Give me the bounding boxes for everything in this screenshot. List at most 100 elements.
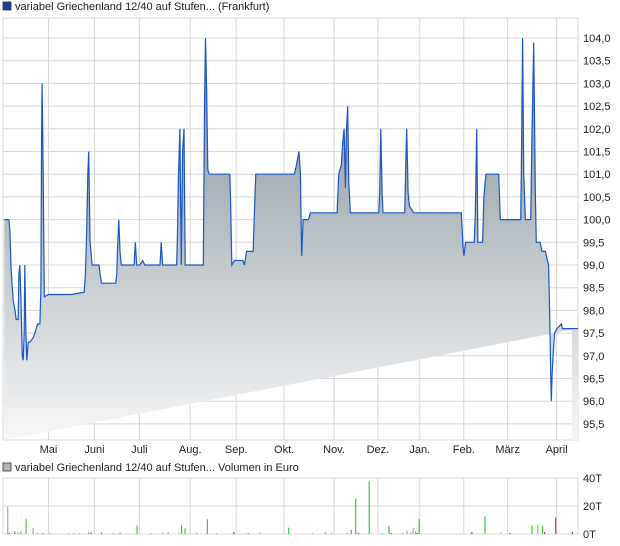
- volume-bar: [247, 533, 249, 534]
- volume-bar: [184, 528, 186, 534]
- price-tick-label: 100,5: [583, 192, 611, 204]
- month-tick-label: Juni: [84, 444, 104, 456]
- price-tick-label: 104,0: [583, 33, 611, 45]
- month-tick-label: Mai: [40, 444, 58, 456]
- volume-bar: [415, 531, 417, 534]
- volume-bar: [571, 531, 573, 534]
- price-tick-label: 100,0: [583, 215, 611, 227]
- volume-bar: [167, 531, 169, 534]
- volume-bar: [418, 519, 420, 534]
- price-tick-label: 95,5: [583, 419, 604, 431]
- volume-bar: [406, 530, 408, 534]
- volume-bar: [68, 533, 70, 534]
- month-x-axis: Mai Juni Juli Aug. Sep. Okt. Nov. Dez. Jan. Feb. M…: [40, 444, 568, 456]
- volume-bar: [79, 533, 81, 534]
- price-tick-label: 96,0: [583, 396, 604, 408]
- volume-bar: [14, 531, 16, 534]
- volume-bar: [416, 533, 418, 534]
- volume-bar: [233, 531, 235, 534]
- month-tick-label: Aug.: [179, 444, 202, 456]
- volume-y-axis: 0T 20T 40T: [583, 473, 602, 541]
- volume-bar: [49, 533, 51, 534]
- volume-bar: [36, 533, 38, 534]
- volume-bar: [346, 533, 348, 534]
- month-tick-label: Sep.: [225, 444, 248, 456]
- volume-bar: [100, 532, 103, 534]
- volume-bar: [537, 524, 539, 534]
- volume-bar: [8, 533, 10, 534]
- month-tick-label: Juli: [131, 444, 148, 456]
- volume-bar: [531, 525, 533, 534]
- volume-bar: [541, 525, 544, 534]
- volume-bar: [381, 533, 383, 534]
- volume-bar: [357, 533, 359, 534]
- price-y-axis: 95,5 96,0 96,5 97,0 97,5 98,0 98,5 99,0 99,5 100,…: [583, 33, 611, 431]
- volume-bar: [7, 506, 9, 534]
- price-tick-label: 99,0: [583, 260, 604, 272]
- volume-bar: [162, 533, 164, 534]
- volume-bar: [25, 519, 27, 534]
- price-tick-label: 97,5: [583, 328, 604, 340]
- price-tick-label: 99,5: [583, 237, 604, 249]
- volume-legend: variabel Griechenland 12/40 auf Stufen..…: [2, 462, 299, 474]
- volume-bar: [500, 532, 502, 534]
- volume-bar: [555, 517, 557, 534]
- volume-bar: [402, 532, 404, 534]
- month-tick-label: Dez.: [367, 444, 390, 456]
- month-tick-label: April: [546, 444, 568, 456]
- price-tick-label: 98,0: [583, 305, 604, 317]
- volume-bar: [390, 533, 392, 534]
- price-tick-label: 103,0: [583, 78, 611, 90]
- volume-bar: [136, 525, 138, 534]
- volume-bar: [471, 531, 473, 534]
- price-legend-label: variabel Griechenland 12/40 auf Stufen..…: [15, 1, 269, 13]
- price-legend-swatch: [2, 1, 12, 11]
- price-tick-label: 102,0: [583, 124, 611, 136]
- volume-bar: [324, 531, 327, 534]
- price-tick-label: 96,5: [583, 374, 604, 386]
- chart-canvas: variabel Griechenland 12/40 auf Stufen..…: [2, 1, 611, 541]
- volume-tick-label: 0T: [583, 529, 596, 541]
- volume-bar: [350, 529, 352, 534]
- month-tick-label: Jan.: [409, 444, 430, 456]
- volume-bar: [181, 525, 183, 534]
- volume-tick-label: 40T: [583, 473, 602, 485]
- month-tick-label: März: [495, 444, 519, 456]
- volume-bar: [412, 527, 414, 534]
- volume-bar: [73, 533, 75, 534]
- price-tick-label: 101,5: [583, 147, 611, 159]
- price-area: [4, 37, 579, 440]
- volume-bar: [311, 532, 314, 534]
- volume-tick-label: 20T: [583, 501, 602, 513]
- volume-bar: [150, 533, 152, 534]
- month-tick-label: Okt.: [274, 444, 294, 456]
- volume-bar: [259, 532, 261, 534]
- volume-legend-label: variabel Griechenland 12/40 auf Stufen..…: [15, 462, 299, 474]
- price-tick-label: 97,0: [583, 351, 604, 363]
- volume-bar: [544, 531, 546, 534]
- volume-bar: [119, 532, 121, 534]
- volume-bar: [484, 516, 486, 534]
- volume-bar: [388, 525, 390, 534]
- month-tick-label: Feb.: [453, 444, 475, 456]
- volume-bar: [178, 532, 180, 534]
- volume-legend-swatch: [2, 462, 12, 472]
- volume-bar: [90, 532, 92, 534]
- volume-bar: [368, 481, 370, 534]
- volume-bar: [17, 532, 19, 534]
- volume-bar: [32, 527, 34, 534]
- volume-bar: [196, 533, 198, 534]
- volume-bar: [355, 498, 357, 534]
- volume-bar: [288, 527, 290, 534]
- volume-bar: [20, 531, 22, 534]
- volume-bar: [330, 532, 333, 534]
- month-tick-label: Nov.: [323, 444, 345, 456]
- volume-bar: [112, 533, 114, 534]
- volume-bar: [509, 533, 511, 534]
- volume-bar: [410, 532, 412, 534]
- volume-bar: [42, 532, 44, 534]
- volume-bar: [206, 519, 208, 534]
- volume-grid: [2, 477, 579, 535]
- price-tick-label: 103,5: [583, 56, 611, 68]
- volume-bar: [215, 533, 218, 534]
